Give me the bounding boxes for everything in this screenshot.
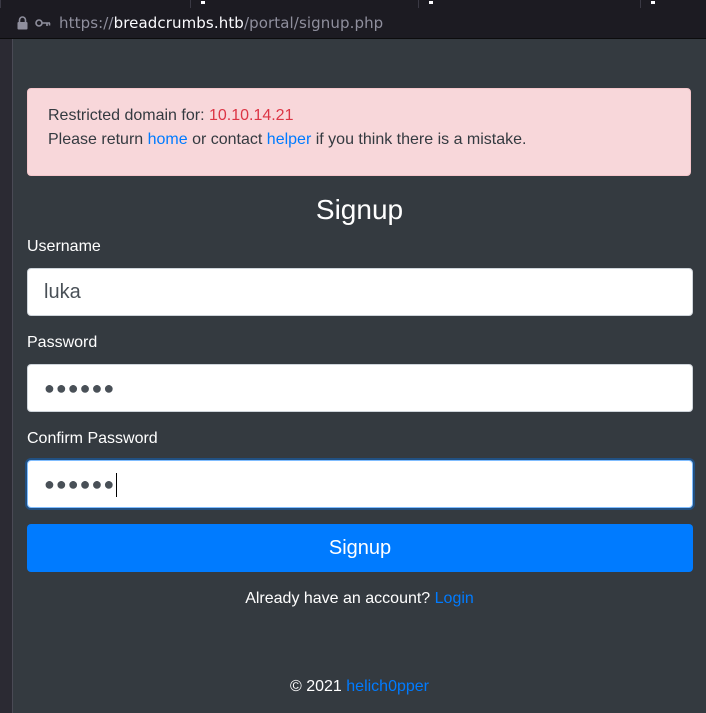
browser-tab-strip <box>0 0 706 8</box>
username-value: luka <box>44 281 81 303</box>
text-caret <box>116 472 118 497</box>
confirm-password-input[interactable]: ●●●●●● <box>27 460 693 508</box>
browser-tab[interactable] <box>190 0 419 8</box>
confirm-password-label: Confirm Password <box>27 430 158 447</box>
password-label: Password <box>27 334 98 351</box>
browser-tab[interactable] <box>0 0 191 8</box>
footer: © 2021 helich0pper <box>289 678 429 695</box>
key-icon[interactable] <box>35 17 51 29</box>
home-link[interactable]: home <box>148 131 188 148</box>
password-input[interactable]: ●●●●●● <box>27 364 693 412</box>
lock-icon[interactable] <box>17 16 28 30</box>
author-link[interactable]: helich0pper <box>346 678 429 695</box>
login-prompt: Already have an account? Login <box>245 590 474 607</box>
client-ip: 10.10.14.21 <box>208 107 294 124</box>
alert-line-1: Restricted domain for: 10.10.14.21 <box>48 107 294 124</box>
restricted-domain-alert: Restricted domain for: 10.10.14.21 Pleas… <box>27 88 691 176</box>
login-link[interactable]: Login <box>435 590 474 607</box>
url-text[interactable]: https://breadcrumbs.htb/portal/signup.ph… <box>59 14 383 32</box>
signup-button[interactable]: Signup <box>27 524 693 572</box>
address-bar[interactable]: https://breadcrumbs.htb/portal/signup.ph… <box>0 8 706 39</box>
sidebar-gutter <box>0 39 13 713</box>
signup-page: Restricted domain for: 10.10.14.21 Pleas… <box>13 39 706 713</box>
browser-tab[interactable] <box>640 0 706 8</box>
username-input[interactable]: luka <box>27 268 693 316</box>
alert-line-2: Please return home or contact helper if … <box>48 131 527 148</box>
password-value: ●●●●●● <box>44 378 116 398</box>
confirm-password-value: ●●●●●● <box>44 474 116 494</box>
helper-link[interactable]: helper <box>267 131 311 148</box>
username-label: Username <box>27 238 101 255</box>
page-title: Signup <box>315 194 404 225</box>
browser-tab[interactable] <box>418 0 641 8</box>
